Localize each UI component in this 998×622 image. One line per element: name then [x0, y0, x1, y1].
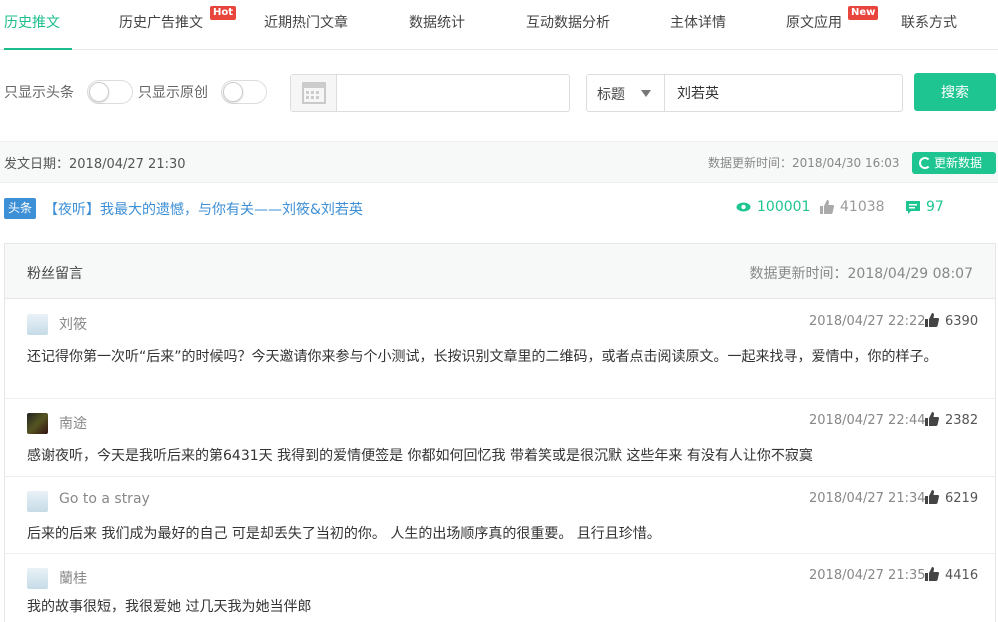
comment-item: 南途 2018/04/27 22:44 2382 感谢夜听，今天是我听后来的第6… [5, 399, 995, 477]
calendar-icon[interactable] [291, 75, 337, 111]
tab-label: 数据统计 [409, 15, 465, 31]
comment-item: Go to a stray 2018/04/27 21:34 6219 后来的后… [5, 477, 995, 554]
tab-label: 近期热门文章 [264, 15, 348, 31]
tab-label: 历史推文 [4, 15, 60, 31]
likes-stat: 41038 [820, 199, 885, 215]
comment-likes: 6390 [945, 314, 979, 329]
comment-item: 刘筱 2018/04/27 22:22 6390 还记得你第一次听“后来”的时候… [5, 300, 995, 399]
comment-time: 2018/04/27 22:22 [809, 314, 926, 329]
tab-label: 主体详情 [670, 15, 726, 31]
date-input[interactable] [338, 75, 568, 111]
publish-date: 发文日期：2018/04/27 21:30 [4, 157, 186, 172]
original-only-toggle[interactable] [221, 80, 267, 104]
tab-interaction-analysis[interactable]: 互动数据分析 [526, 0, 610, 50]
tab-label: 互动数据分析 [526, 15, 610, 31]
comment-text: 还记得你第一次听“后来”的时候吗？今天邀请你来参与个小测试，长按识别文章里的二维… [27, 349, 938, 365]
tab-label: 历史广告推文 [119, 15, 203, 31]
field-select-value: 标题 [597, 87, 625, 103]
panel-update-time: 数据更新时间：2018/04/29 08:07 [749, 266, 974, 282]
views-stat: 100001 [736, 199, 810, 215]
tab-contact[interactable]: 联系方式 [901, 0, 957, 50]
data-update-time: 数据更新时间：2018/04/30 16:03 [708, 156, 900, 170]
tab-recent-hot[interactable]: 近期热门文章 [264, 0, 348, 50]
hot-badge: Hot [210, 6, 237, 20]
toggle-knob [223, 82, 243, 102]
comment-icon [906, 200, 920, 214]
caret-down-icon [641, 90, 651, 97]
thumbs-up-icon [925, 412, 939, 426]
tab-bar: 历史推文 历史广告推文 Hot 近期热门文章 数据统计 互动数据分析 主体详情 … [0, 0, 998, 50]
article-title-link[interactable]: 【夜听】我最大的遗憾，与你有关——刘筱&刘若英 [44, 199, 363, 219]
comment-text: 我的故事很短，我很爱她 过几天我为她当伴郎 [27, 599, 312, 615]
views-count: 100001 [757, 199, 811, 215]
tab-label: 联系方式 [901, 15, 957, 31]
panel-title: 粉丝留言 [27, 266, 83, 282]
thumbs-up-icon [820, 200, 834, 214]
tab-entity-details[interactable]: 主体详情 [670, 0, 726, 50]
original-only-label: 只显示原创 [138, 85, 208, 101]
comment-time: 2018/04/27 21:35 [809, 568, 926, 583]
comment-time: 2018/04/27 21:34 [809, 491, 926, 506]
tab-statistics[interactable]: 数据统计 [409, 0, 465, 50]
new-badge: New [848, 6, 879, 20]
toggle-knob [89, 82, 109, 102]
fan-comments-panel: 粉丝留言 数据更新时间：2018/04/29 08:07 刘筱 2018/04/… [4, 243, 996, 622]
tab-history-posts[interactable]: 历史推文 [4, 0, 72, 50]
headline-tag: 头条 [4, 198, 37, 219]
avatar [27, 491, 48, 512]
comment-author: 刘筱 [59, 317, 87, 333]
article-info-bar: 发文日期：2018/04/27 21:30 数据更新时间：2018/04/30 … [0, 141, 998, 183]
comment-likes: 6219 [945, 491, 979, 506]
panel-header: 粉丝留言 数据更新时间：2018/04/29 08:07 [5, 244, 995, 299]
comment-likes: 4416 [945, 568, 979, 583]
thumbs-up-icon [925, 490, 939, 504]
thumbs-up-icon [925, 313, 939, 327]
tab-original-apps[interactable]: 原文应用 [786, 0, 842, 50]
headline-only-toggle[interactable] [87, 80, 133, 104]
field-select[interactable]: 标题 [586, 74, 664, 112]
avatar [27, 413, 48, 434]
comment-likes: 2382 [945, 413, 979, 428]
comment-author: Go to a stray [59, 491, 150, 507]
tab-history-ads[interactable]: 历史广告推文 [119, 0, 203, 50]
comment-text: 后来的后来 我们成为最好的自己 可是却丢失了当初的你。 人生的出场顺序真的很重要… [27, 526, 661, 542]
comment-text: 感谢夜听，今天是我听后来的第6431天 我得到的爱情便签是 你都如何回忆我 带着… [27, 448, 813, 464]
comment-author: 南途 [59, 416, 87, 432]
search-button[interactable]: 搜索 [914, 73, 996, 111]
refresh-label: 更新数据 [934, 156, 983, 170]
eye-icon [736, 202, 751, 212]
thumbs-up-icon [925, 567, 939, 581]
date-picker[interactable] [290, 74, 570, 112]
comment-item: 蘭桂 2018/04/27 21:35 4416 我的故事很短，我很爱她 过几天… [5, 554, 995, 622]
avatar [27, 314, 48, 335]
keyword-input[interactable] [664, 74, 903, 112]
comments-count: 97 [926, 199, 944, 215]
likes-count: 41038 [840, 199, 885, 215]
tab-label: 原文应用 [786, 15, 842, 31]
avatar [27, 568, 48, 589]
headline-only-label: 只显示头条 [4, 85, 74, 101]
comments-stat: 97 [906, 199, 944, 215]
comment-author: 蘭桂 [59, 571, 87, 587]
refresh-icon [919, 157, 931, 169]
refresh-data-button[interactable]: 更新数据 [912, 152, 996, 174]
comment-time: 2018/04/27 22:44 [809, 413, 926, 428]
